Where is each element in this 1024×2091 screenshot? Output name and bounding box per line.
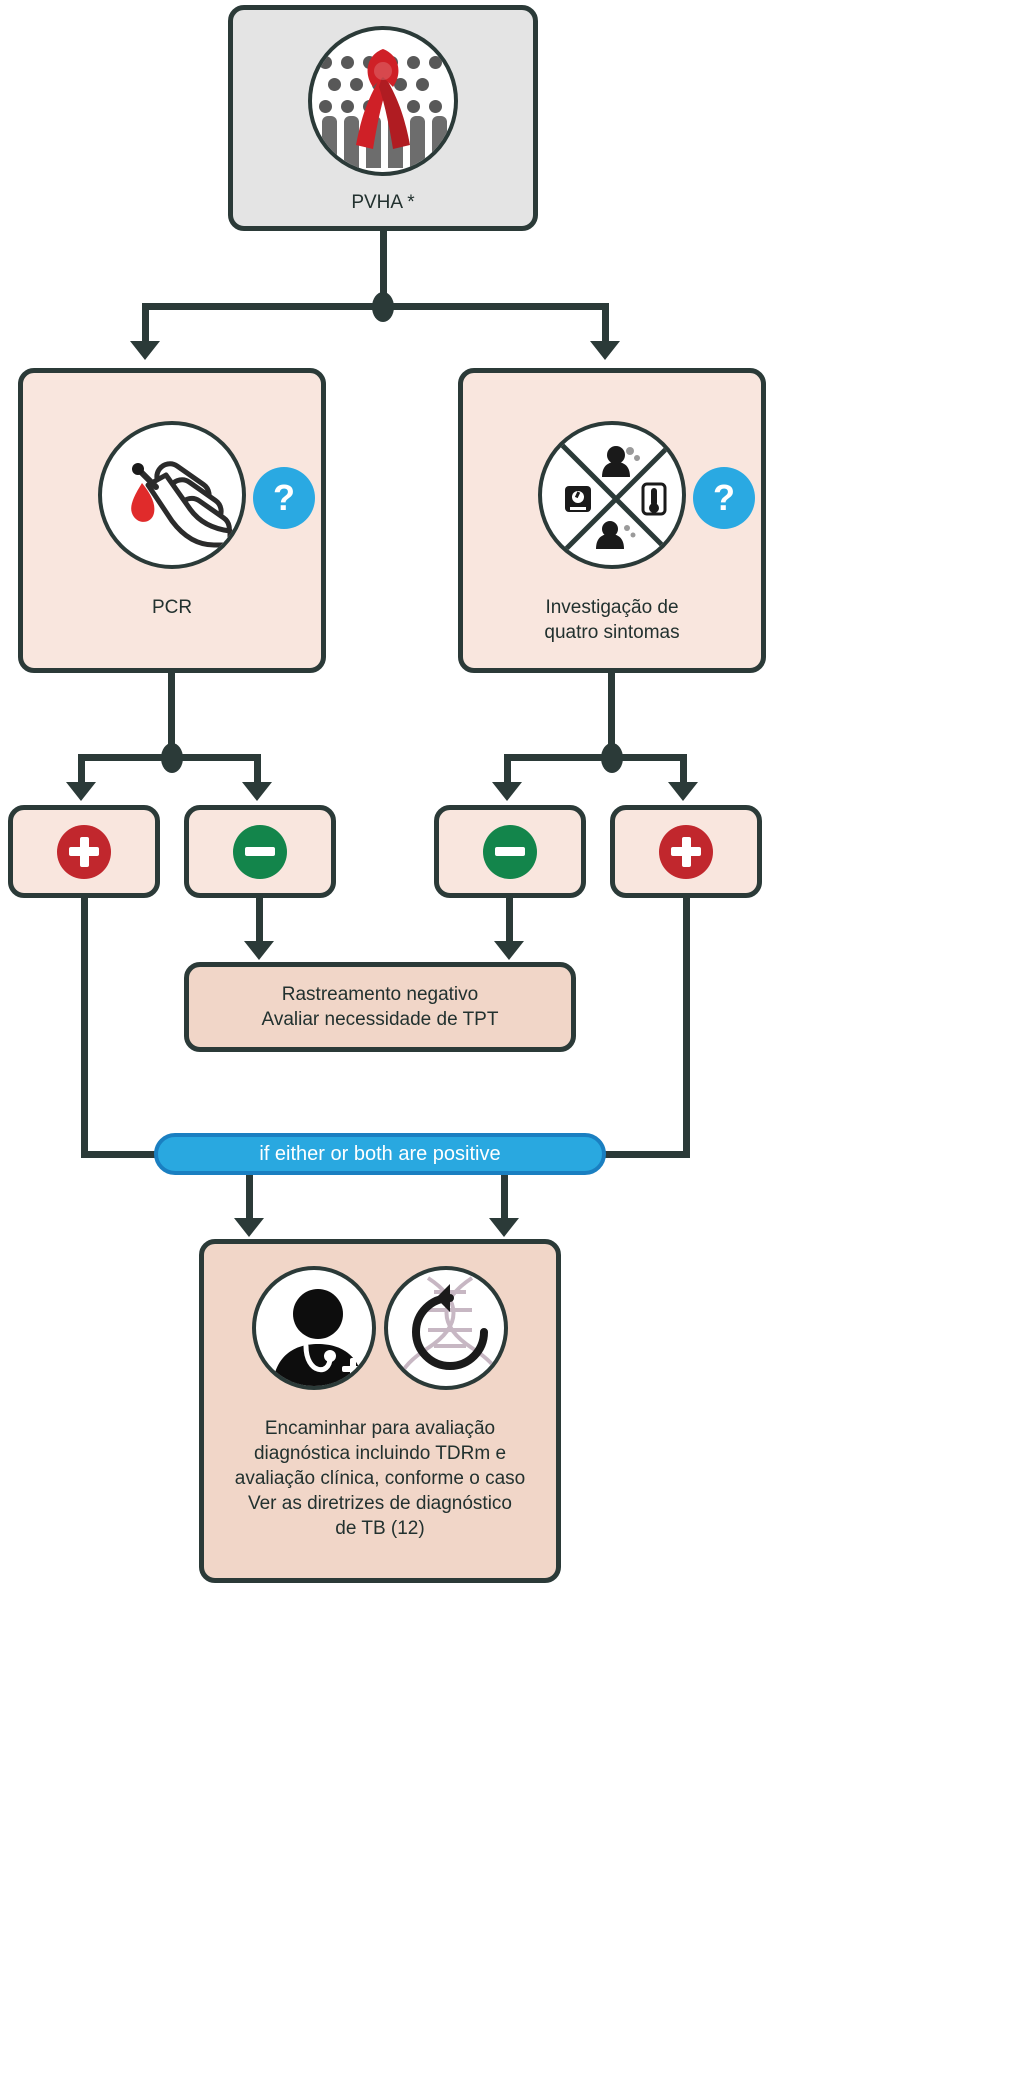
aids-ribbon-icon [356, 49, 410, 150]
symptoms-question-glyph: ? [713, 477, 735, 518]
dna-retest-icon [384, 1266, 508, 1390]
negative-badge [233, 824, 287, 879]
node-diagnostic-referral[interactable]: Encaminhar para avaliação diagnóstica in… [199, 1239, 561, 1583]
four-symptoms-quartered-icon [538, 421, 686, 569]
connector-pcr-right-drop [254, 754, 261, 784]
connector-symptoms-bus [504, 754, 687, 761]
node-pcr-positive[interactable] [8, 805, 160, 898]
positive-badge [57, 824, 111, 879]
positive-badge [659, 824, 713, 879]
connector-pcr-left-drop [78, 754, 85, 784]
arrow-to-pcr-positive [66, 782, 96, 801]
arrow-sympneg-to-outcome [494, 941, 524, 960]
node-pcr-negative[interactable] [184, 805, 336, 898]
connector-top-right-drop [602, 303, 609, 343]
symptoms-question-badge[interactable]: ? [693, 467, 755, 529]
node-diagnostic-referral-label: Encaminhar para avaliação diagnóstica in… [234, 1418, 526, 1539]
connector-symptoms-left-drop [504, 754, 511, 784]
arrow-to-pcr-negative [242, 782, 272, 801]
negative-badge [483, 824, 537, 879]
connector-symptoms-right-drop [680, 754, 687, 784]
arrow-to-symptoms-negative [492, 782, 522, 801]
node-pvha-label: PVHA * [351, 192, 415, 213]
arrow-gate-right-to-referral [489, 1218, 519, 1237]
node-symptoms-negative[interactable] [434, 805, 586, 898]
connector-pcrpos-down [81, 898, 88, 1151]
node-pcr-label: PCR [151, 597, 193, 618]
arrow-pcrneg-to-outcome [244, 941, 274, 960]
clinician-stethoscope-icon [252, 1266, 376, 1390]
node-negative-screening-label: Rastreamento negativo Avaliar necessidad… [261, 984, 499, 1030]
fingerstick-blood-test-icon [98, 421, 246, 569]
node-pcr[interactable]: ? PCR [18, 368, 326, 673]
pcr-question-glyph: ? [273, 477, 295, 518]
connector-sympneg-to-outcome [506, 898, 513, 944]
connector-top-bus [142, 303, 609, 310]
node-four-symptom-screen-label: Investigação de quatro sintomas [544, 597, 680, 643]
node-pvha[interactable]: PVHA * [228, 5, 538, 231]
connector-gate-left-down [246, 1175, 253, 1221]
connector-top-left-drop [142, 303, 149, 343]
connector-gate-right-down [501, 1175, 508, 1221]
connector-symppos-left [596, 1151, 690, 1158]
node-symptoms-positive[interactable] [610, 805, 762, 898]
arrow-gate-left-to-referral [234, 1218, 264, 1237]
pcr-question-badge[interactable]: ? [253, 467, 315, 529]
arrow-to-pcr [130, 341, 160, 360]
people-with-hiv-ribbon-icon [308, 26, 458, 176]
node-negative-screening[interactable]: Rastreamento negativo Avaliar necessidad… [184, 962, 576, 1052]
arrow-to-symptoms [590, 341, 620, 360]
arrow-to-symptoms-positive [668, 782, 698, 801]
node-four-symptom-screen[interactable]: ? Investigação de quatro sintomas [458, 368, 766, 673]
positive-gate-label: if either or both are positive [259, 1142, 501, 1165]
connector-symppos-down [683, 898, 690, 1151]
flowchart-canvas: PVHA * ? PCR ? Investigação de quatro si… [0, 0, 1024, 2091]
connector-pcrneg-to-outcome [256, 898, 263, 944]
connector-pcr-bus [78, 754, 261, 761]
node-positive-gate[interactable]: if either or both are positive [154, 1133, 606, 1175]
